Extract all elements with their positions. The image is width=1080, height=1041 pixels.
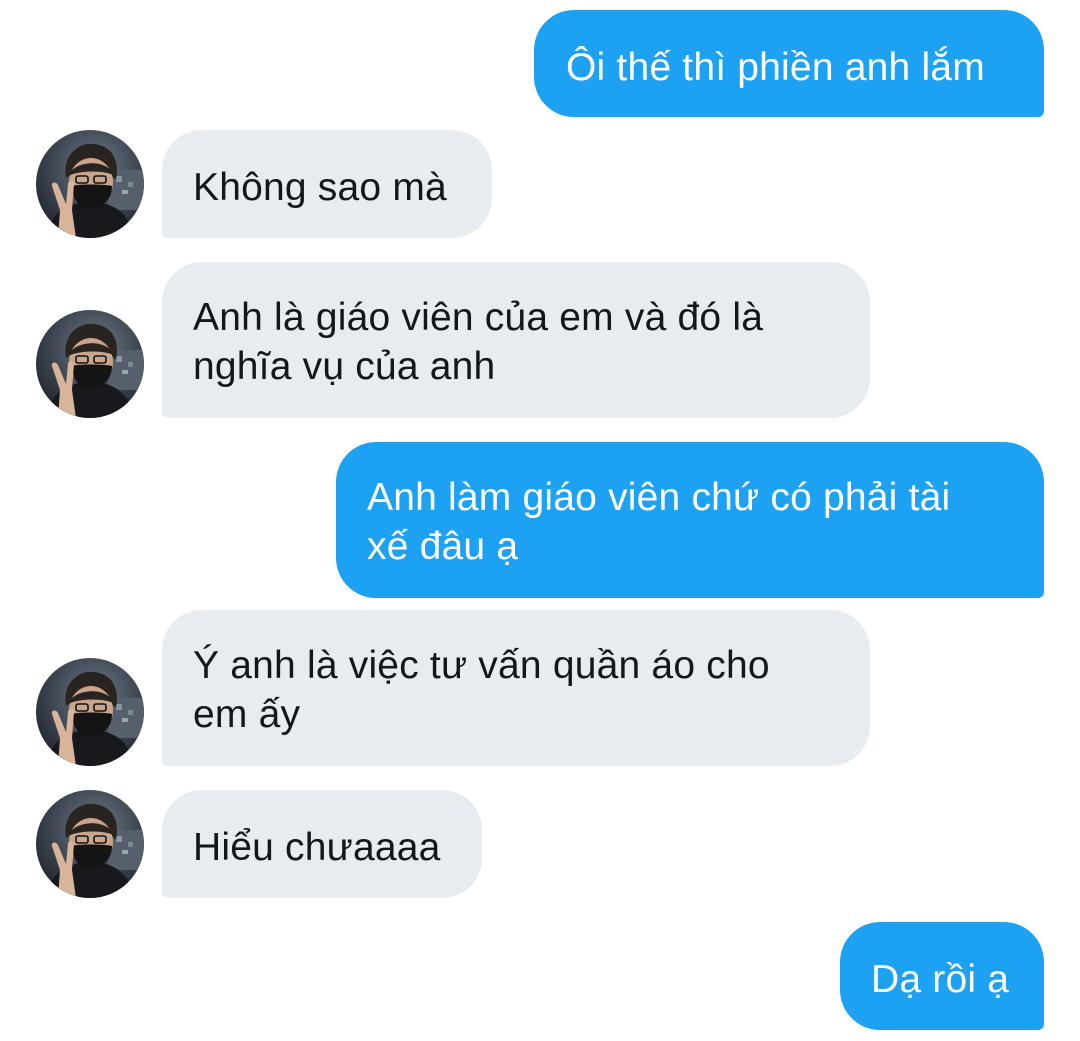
profile-photo-avatar-icon: [36, 310, 144, 418]
message-text: Anh là giáo viên của em và đó là nghĩa v…: [193, 296, 764, 388]
message-bubble-received: Không sao mà: [162, 130, 492, 238]
message-bubble-received: Hiểu chưaaaa: [162, 790, 482, 898]
message-text: Ý anh là việc tư vấn quần áo cho em ấy: [193, 644, 770, 736]
avatar[interactable]: [36, 130, 144, 238]
message-text: Dạ rồi ạ: [871, 958, 1010, 1001]
avatar[interactable]: [36, 310, 144, 418]
message-text: Anh làm giáo viên chứ có phải tài xế đâu…: [367, 476, 951, 568]
profile-photo-avatar-icon: [36, 790, 144, 898]
message-text: Không sao mà: [193, 166, 447, 209]
message-bubble-received: Anh là giáo viên của em và đó là nghĩa v…: [162, 262, 870, 418]
avatar[interactable]: [36, 658, 144, 766]
profile-photo-avatar-icon: [36, 658, 144, 766]
profile-photo-avatar-icon: [36, 130, 144, 238]
message-bubble-sent: Ôi thế thì phiền anh lắm: [534, 10, 1044, 117]
message-text: Ôi thế thì phiền anh lắm: [566, 46, 985, 89]
message-text: Hiểu chưaaaa: [193, 826, 441, 869]
message-bubble-received: Ý anh là việc tư vấn quần áo cho em ấy: [162, 610, 870, 766]
avatar[interactable]: [36, 790, 144, 898]
message-bubble-sent: Dạ rồi ạ: [840, 922, 1044, 1030]
message-bubble-sent: Anh làm giáo viên chứ có phải tài xế đâu…: [336, 442, 1044, 598]
